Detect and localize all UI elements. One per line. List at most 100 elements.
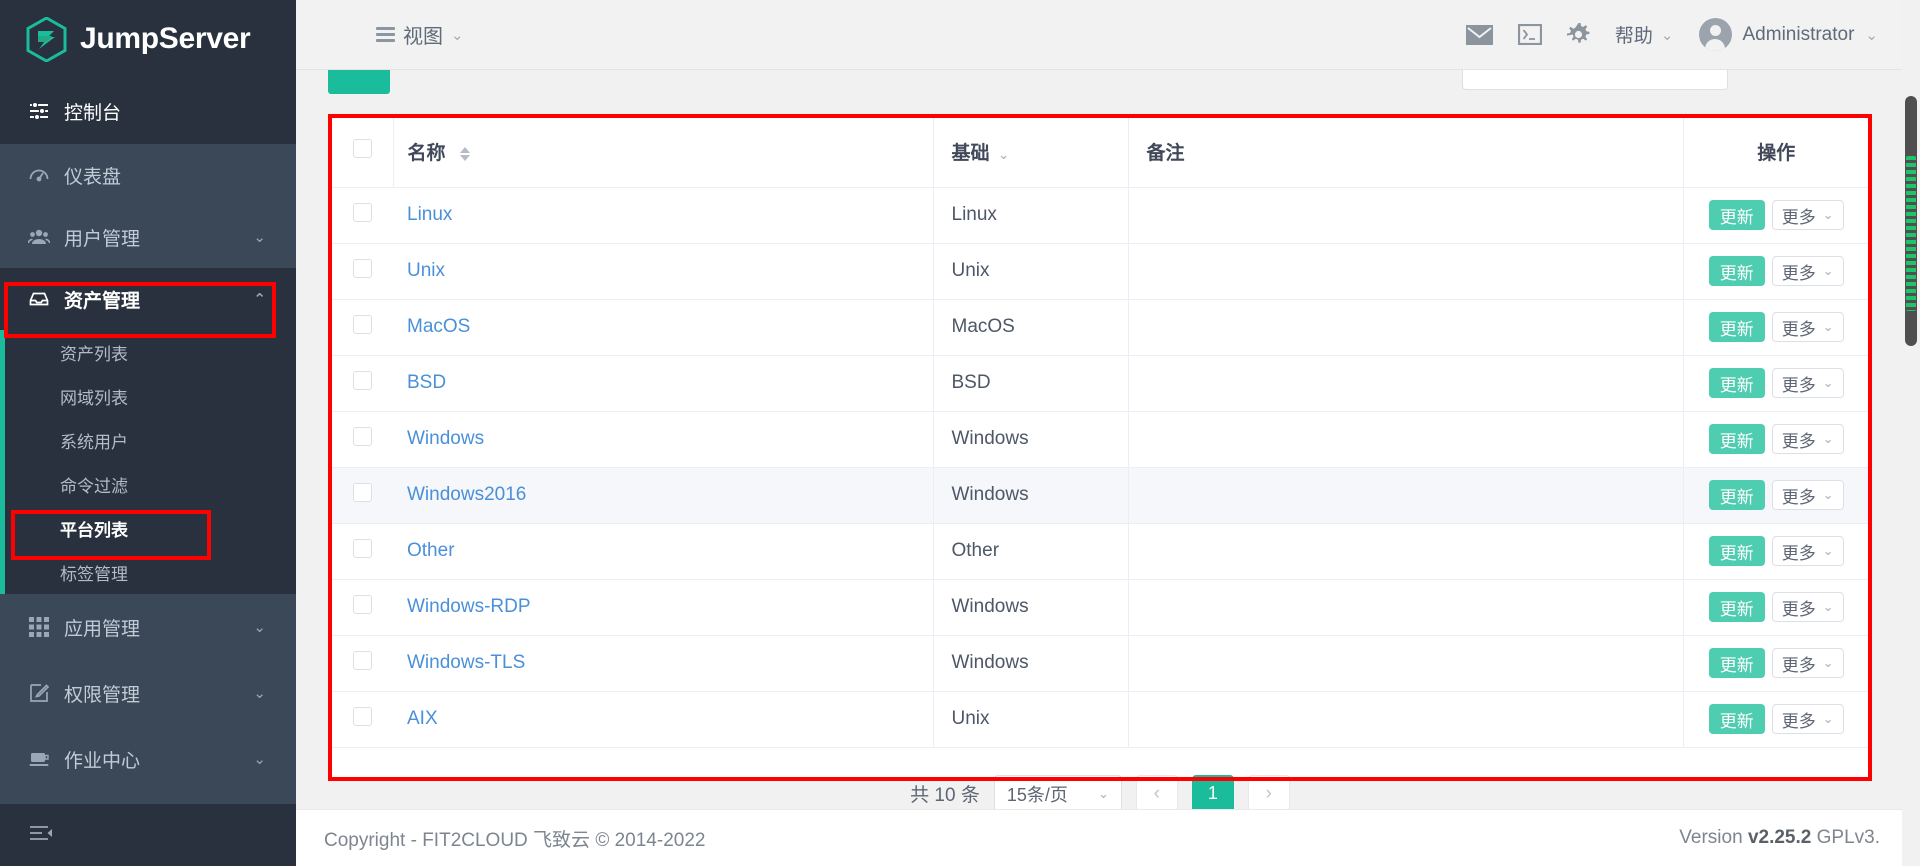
chevron-down-icon: ⌄: [1822, 375, 1834, 390]
update-button[interactable]: 更新: [1708, 256, 1765, 286]
search-input[interactable]: ⋯ ⋯: [1462, 70, 1728, 90]
platform-name-link[interactable]: Other: [407, 540, 455, 561]
column-header-operation-label: 操作: [1757, 143, 1796, 165]
view-menu-button[interactable]: 视图 ⌄: [376, 20, 464, 49]
platform-name-link[interactable]: Linux: [407, 204, 452, 225]
page-size-select[interactable]: 15条/页 ⌄: [993, 774, 1122, 809]
select-all-checkbox[interactable]: [353, 139, 372, 159]
row-checkbox[interactable]: [353, 594, 372, 614]
row-name-cell: Linux: [393, 187, 934, 244]
more-button[interactable]: 更多 ⌄: [1771, 480, 1844, 510]
update-button[interactable]: 更新: [1708, 536, 1765, 566]
table-row[interactable]: Windows Windows 更新 更多 ⌄: [331, 411, 1869, 468]
pagination-next-button[interactable]: ›: [1247, 774, 1290, 809]
table-row[interactable]: AIX Unix 更新 更多 ⌄: [331, 691, 1869, 748]
row-checkbox[interactable]: [353, 370, 372, 390]
pagination-page-1[interactable]: 1: [1191, 774, 1234, 809]
row-checkbox[interactable]: [353, 314, 372, 334]
update-button[interactable]: 更新: [1708, 424, 1765, 454]
row-base-cell: Windows: [933, 635, 1129, 692]
table-row[interactable]: Unix Unix 更新 更多 ⌄: [331, 243, 1869, 300]
row-name-cell: Unix: [393, 243, 934, 300]
footer: Copyright - FIT2CLOUD 飞致云 © 2014-2022 Ve…: [296, 809, 1920, 866]
page-scrollbar[interactable]: [1902, 0, 1920, 866]
create-button[interactable]: [328, 70, 390, 94]
update-button[interactable]: 更新: [1708, 312, 1765, 342]
table-row[interactable]: MacOS MacOS 更新 更多 ⌄: [331, 299, 1869, 356]
sort-icon[interactable]: [459, 147, 470, 162]
sidebar-item-domain-list[interactable]: 网域列表: [5, 374, 296, 418]
update-button[interactable]: 更新: [1708, 648, 1765, 678]
column-header-name[interactable]: 名称: [393, 117, 934, 188]
user-menu-button[interactable]: Administrator ⌄: [1698, 18, 1878, 51]
row-operation-cell: 更新 更多 ⌄: [1683, 243, 1869, 300]
brand-logo-area[interactable]: JumpServer: [0, 0, 296, 78]
chevron-down-icon: ⌄: [451, 26, 464, 44]
platform-name-link[interactable]: Windows2016: [407, 484, 526, 505]
more-button[interactable]: 更多 ⌄: [1771, 424, 1844, 454]
sidebar-item-permission-management[interactable]: 权限管理 ⌄: [0, 660, 296, 726]
sidebar-item-system-user[interactable]: 系统用户: [5, 418, 296, 462]
more-button[interactable]: 更多 ⌄: [1771, 368, 1844, 398]
platform-name-link[interactable]: Windows-RDP: [407, 596, 531, 617]
sidebar-item-platform-list[interactable]: 平台列表: [5, 506, 296, 550]
gear-icon[interactable]: [1566, 23, 1590, 46]
row-checkbox[interactable]: [353, 706, 372, 726]
platform-name-link[interactable]: Windows: [407, 428, 484, 449]
update-button[interactable]: 更新: [1708, 368, 1765, 398]
update-button[interactable]: 更新: [1708, 592, 1765, 622]
help-menu-button[interactable]: 帮助 ⌄: [1615, 21, 1674, 48]
row-note-cell: [1128, 299, 1684, 356]
main-area: 视图 ⌄ 帮助 ⌄ Administrator ⌄ 名称 基础 ⌄ 备注 操作 …: [296, 0, 1920, 866]
table-row[interactable]: Windows2016 Windows 更新 更多 ⌄: [331, 467, 1869, 524]
sidebar-item-command-filter[interactable]: 命令过滤: [5, 462, 296, 506]
row-checkbox[interactable]: [353, 538, 372, 558]
sidebar-item-dashboard[interactable]: 仪表盘: [0, 144, 296, 206]
column-header-base[interactable]: 基础 ⌄: [933, 117, 1129, 188]
view-menu-label: 视图: [403, 26, 443, 48]
row-operation-cell: 更新 更多 ⌄: [1683, 523, 1869, 580]
row-checkbox[interactable]: [353, 426, 372, 446]
table-row[interactable]: Linux Linux 更新 更多 ⌄: [331, 187, 1869, 244]
more-button[interactable]: 更多 ⌄: [1771, 704, 1844, 734]
platform-name-link[interactable]: Windows-TLS: [407, 652, 525, 673]
more-button[interactable]: 更多 ⌄: [1771, 592, 1844, 622]
table-row[interactable]: BSD BSD 更新 更多 ⌄: [331, 355, 1869, 412]
more-button[interactable]: 更多 ⌄: [1771, 536, 1844, 566]
row-checkbox[interactable]: [353, 482, 372, 502]
row-checkbox[interactable]: [353, 258, 372, 278]
platform-name-link[interactable]: Unix: [407, 260, 445, 281]
sidebar-item-asset-list[interactable]: 资产列表: [5, 330, 296, 374]
terminal-icon[interactable]: [1517, 24, 1542, 45]
column-header-name-label: 名称: [407, 143, 446, 165]
update-button[interactable]: 更新: [1708, 704, 1765, 734]
mail-icon[interactable]: [1465, 24, 1493, 45]
platform-name-link[interactable]: BSD: [407, 372, 446, 393]
sidebar-collapse-button[interactable]: [0, 804, 296, 866]
row-note-cell: [1128, 523, 1684, 580]
more-button[interactable]: 更多 ⌄: [1771, 256, 1844, 286]
table-row[interactable]: Windows-TLS Windows 更新 更多 ⌄: [331, 635, 1869, 692]
platform-name-link[interactable]: AIX: [407, 708, 438, 729]
table-row[interactable]: Other Other 更新 更多 ⌄: [331, 523, 1869, 580]
sidebar-item-user-management[interactable]: 用户管理 ⌄: [0, 206, 296, 268]
sidebar-item-job-center[interactable]: 作业中心 ⌄: [0, 726, 296, 792]
app-root: JumpServer 控制台 仪表盘 用户管理 ⌄ 资产管理 ⌃ 资产列表 网域…: [0, 0, 1920, 866]
scrollbar-thumb[interactable]: [1905, 96, 1917, 346]
update-button[interactable]: 更新: [1708, 480, 1765, 510]
more-button[interactable]: 更多 ⌄: [1771, 312, 1844, 342]
row-checkbox[interactable]: [353, 650, 372, 670]
sidebar-item-console[interactable]: 控制台: [0, 78, 296, 144]
table-head: 名称 基础 ⌄ 备注 操作: [331, 117, 1869, 188]
more-button[interactable]: 更多 ⌄: [1771, 200, 1844, 230]
table-row[interactable]: Windows-RDP Windows 更新 更多 ⌄: [331, 579, 1869, 636]
sidebar-item-app-management[interactable]: 应用管理 ⌄: [0, 594, 296, 660]
sidebar-item-asset-management[interactable]: 资产管理 ⌃: [0, 268, 296, 330]
sidebar-item-label-management[interactable]: 标签管理: [5, 550, 296, 594]
update-button[interactable]: 更新: [1708, 200, 1765, 230]
row-checkbox[interactable]: [353, 202, 372, 222]
platform-name-link[interactable]: MacOS: [407, 316, 470, 337]
pagination-prev-button[interactable]: ‹: [1135, 774, 1178, 809]
more-button[interactable]: 更多 ⌄: [1771, 648, 1844, 678]
users-icon: [28, 226, 50, 248]
